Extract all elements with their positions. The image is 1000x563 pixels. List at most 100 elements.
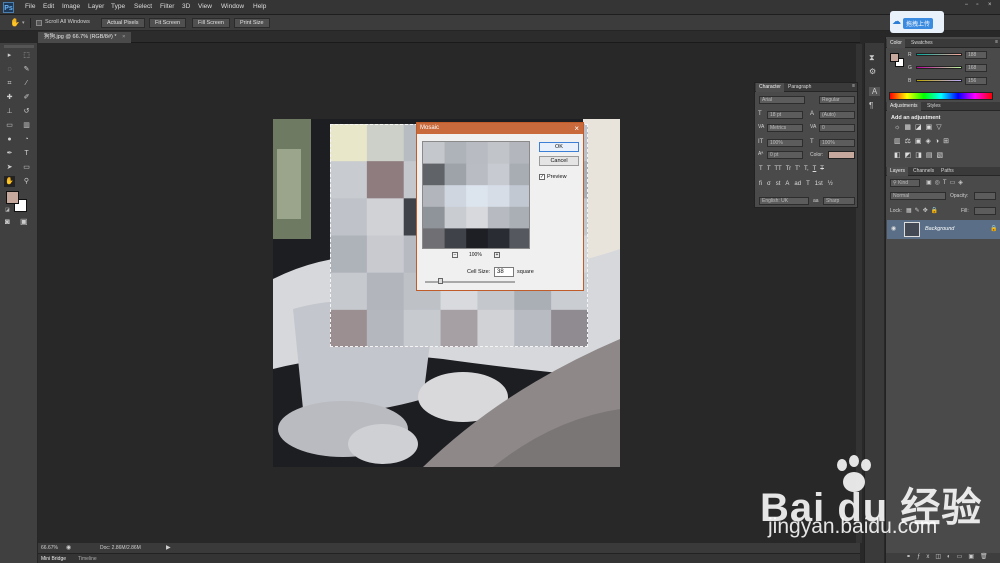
dialog-close-icon[interactable]: × — [574, 123, 579, 134]
adjustment-icons-row-2[interactable]: ▥⚖▣◈◑⊞ — [894, 137, 953, 145]
document-tab[interactable]: 狗狗.jpg @ 66.7% (RGB/8#) * × — [38, 32, 132, 43]
foreground-color-swatch[interactable] — [6, 191, 19, 204]
tab-paragraph[interactable]: Paragraph — [785, 83, 814, 92]
font-family-select[interactable]: Arial — [759, 96, 805, 104]
baseline-field[interactable]: 0 pt — [767, 151, 803, 159]
cell-size-slider-handle[interactable] — [438, 278, 443, 284]
paragraph-icon[interactable]: ¶ — [869, 101, 873, 110]
antialias-select[interactable]: Sharp — [823, 197, 855, 205]
opentype-feature-buttons[interactable]: fi σ st Aad T 1st ½ — [759, 181, 833, 187]
layer-filter-icons[interactable]: ▣◎T▭◈ — [926, 179, 966, 186]
brush-tool-icon[interactable]: ✐ — [21, 92, 32, 103]
crop-tool-icon[interactable]: ⌗ — [4, 78, 15, 89]
upload-badge[interactable]: ☁ 拖拽上传 — [890, 11, 944, 33]
dodge-tool-icon[interactable]: ◔ — [21, 134, 32, 145]
eyedropper-tool-icon[interactable]: ⁄ — [21, 78, 32, 89]
preview-checkbox[interactable]: ✓ — [539, 174, 545, 180]
menu-edit[interactable]: Edit — [43, 3, 54, 10]
menu-help[interactable]: Help — [253, 3, 266, 10]
tab-paths[interactable]: Paths — [938, 167, 957, 176]
blur-tool-icon[interactable]: ● — [4, 134, 15, 145]
close-icon[interactable]: × — [988, 2, 998, 8]
history-icon[interactable]: ⧗ — [869, 53, 875, 63]
fill-screen-button[interactable]: Fill Screen — [192, 18, 230, 28]
pen-tool-icon[interactable]: ✒ — [4, 148, 15, 159]
cancel-button[interactable]: Cancel — [539, 156, 579, 166]
channel-r-slider[interactable] — [916, 53, 962, 56]
actual-pixels-button[interactable]: Actual Pixels — [101, 18, 145, 28]
clone-stamp-icon[interactable]: ⊥ — [4, 106, 15, 117]
tab-styles[interactable]: Styles — [924, 102, 944, 111]
font-size-field[interactable]: 18 pt — [767, 111, 803, 119]
text-color-swatch[interactable] — [828, 151, 855, 159]
gradient-tool-icon[interactable]: ▥ — [21, 120, 32, 131]
tab-timeline[interactable]: Timeline — [78, 556, 97, 562]
hand-tool-icon[interactable]: ✋ — [4, 176, 15, 187]
horizontal-scale-field[interactable]: 100% — [819, 139, 855, 147]
maximize-icon[interactable]: ▫ — [976, 2, 986, 8]
tab-color[interactable]: Color — [887, 39, 905, 48]
screen-mode-icon[interactable]: ▣ — [20, 217, 28, 226]
layers-footer-icons[interactable]: ⚭ƒx◫◐▭▣🗑 — [886, 553, 1000, 563]
blend-mode-select[interactable]: Normal — [890, 192, 946, 200]
menu-3d[interactable]: 3D — [182, 3, 190, 10]
channel-g-value[interactable]: 168 — [965, 64, 987, 72]
menu-window[interactable]: Window — [221, 3, 244, 10]
channel-b-value[interactable]: 156 — [965, 77, 987, 85]
channel-r-value[interactable]: 188 — [965, 51, 987, 59]
properties-icon[interactable]: ⚙ — [869, 67, 876, 76]
minimize-icon[interactable]: − — [965, 2, 975, 8]
menu-select[interactable]: Select — [134, 3, 152, 10]
history-brush-icon[interactable]: ↺ — [21, 106, 32, 117]
mosaic-dialog-titlebar[interactable]: Mosaic × — [417, 123, 583, 134]
menu-file[interactable]: File — [25, 3, 35, 10]
leading-field[interactable]: (Auto) — [819, 111, 855, 119]
quick-select-tool-icon[interactable]: ✎ — [21, 64, 32, 75]
layer-name[interactable]: Background — [925, 226, 954, 232]
shape-tool-icon[interactable]: ▭ — [21, 162, 32, 173]
adjustment-icons-row-1[interactable]: ☼▦◪▣▽ — [894, 123, 946, 131]
default-colors-icon[interactable]: ◪ — [5, 207, 10, 213]
tab-adjustments[interactable]: Adjustments — [887, 102, 921, 111]
zoom-tool-icon[interactable]: ⚲ — [21, 176, 32, 187]
layer-kind-filter[interactable]: ⚲ Kind — [890, 179, 920, 187]
zoom-level[interactable]: 66.67% — [41, 545, 58, 551]
type-style-buttons[interactable]: T T TT Tr T' T, T T — [759, 166, 824, 172]
move-tool-icon[interactable]: ▸ — [4, 50, 15, 61]
scroll-all-windows-checkbox[interactable] — [36, 20, 42, 26]
tab-character[interactable]: Character — [756, 83, 784, 92]
eraser-tool-icon[interactable]: ▭ — [4, 120, 15, 131]
fill-field[interactable] — [974, 207, 996, 215]
menu-type[interactable]: Type — [111, 3, 125, 10]
tab-layers[interactable]: Layers — [887, 167, 909, 176]
channel-b-slider[interactable] — [916, 79, 962, 82]
tracking-field[interactable]: 0 — [819, 124, 855, 132]
lasso-tool-icon[interactable]: ◌ — [4, 64, 15, 75]
tab-mini-bridge[interactable]: Mini Bridge — [41, 556, 66, 562]
tool-preset-dropdown-icon[interactable]: ▾ — [22, 20, 25, 26]
layer-visibility-eye-icon[interactable]: ◉ — [891, 225, 896, 232]
fit-screen-button[interactable]: Fit Screen — [149, 18, 187, 28]
ok-button[interactable]: OK — [539, 142, 579, 152]
marquee-tool-icon[interactable]: ⬚ — [21, 50, 32, 61]
quick-mask-icon[interactable]: ◙ — [5, 217, 10, 226]
color-spectrum[interactable] — [889, 92, 993, 100]
character-icon[interactable]: A — [869, 87, 880, 96]
toolbox-grip[interactable] — [4, 45, 34, 48]
close-tab-icon[interactable]: × — [122, 34, 125, 40]
kerning-field[interactable]: Metrics — [767, 124, 803, 132]
vertical-scale-field[interactable]: 100% — [767, 139, 803, 147]
zoom-out-button[interactable]: − — [452, 252, 458, 258]
menu-view[interactable]: View — [198, 3, 212, 10]
menu-image[interactable]: Image — [62, 3, 80, 10]
mosaic-preview[interactable] — [422, 141, 530, 249]
type-tool-icon[interactable]: T — [21, 148, 32, 159]
healing-brush-icon[interactable]: ✚ — [4, 92, 15, 103]
path-select-icon[interactable]: ➤ — [4, 162, 15, 173]
color-fg-swatch[interactable] — [890, 53, 899, 62]
tab-swatches[interactable]: Swatches — [908, 39, 936, 48]
tab-channels[interactable]: Channels — [910, 167, 937, 176]
opacity-field[interactable] — [974, 192, 996, 200]
zoom-in-button[interactable]: + — [494, 252, 500, 258]
channel-g-slider[interactable] — [916, 66, 962, 69]
